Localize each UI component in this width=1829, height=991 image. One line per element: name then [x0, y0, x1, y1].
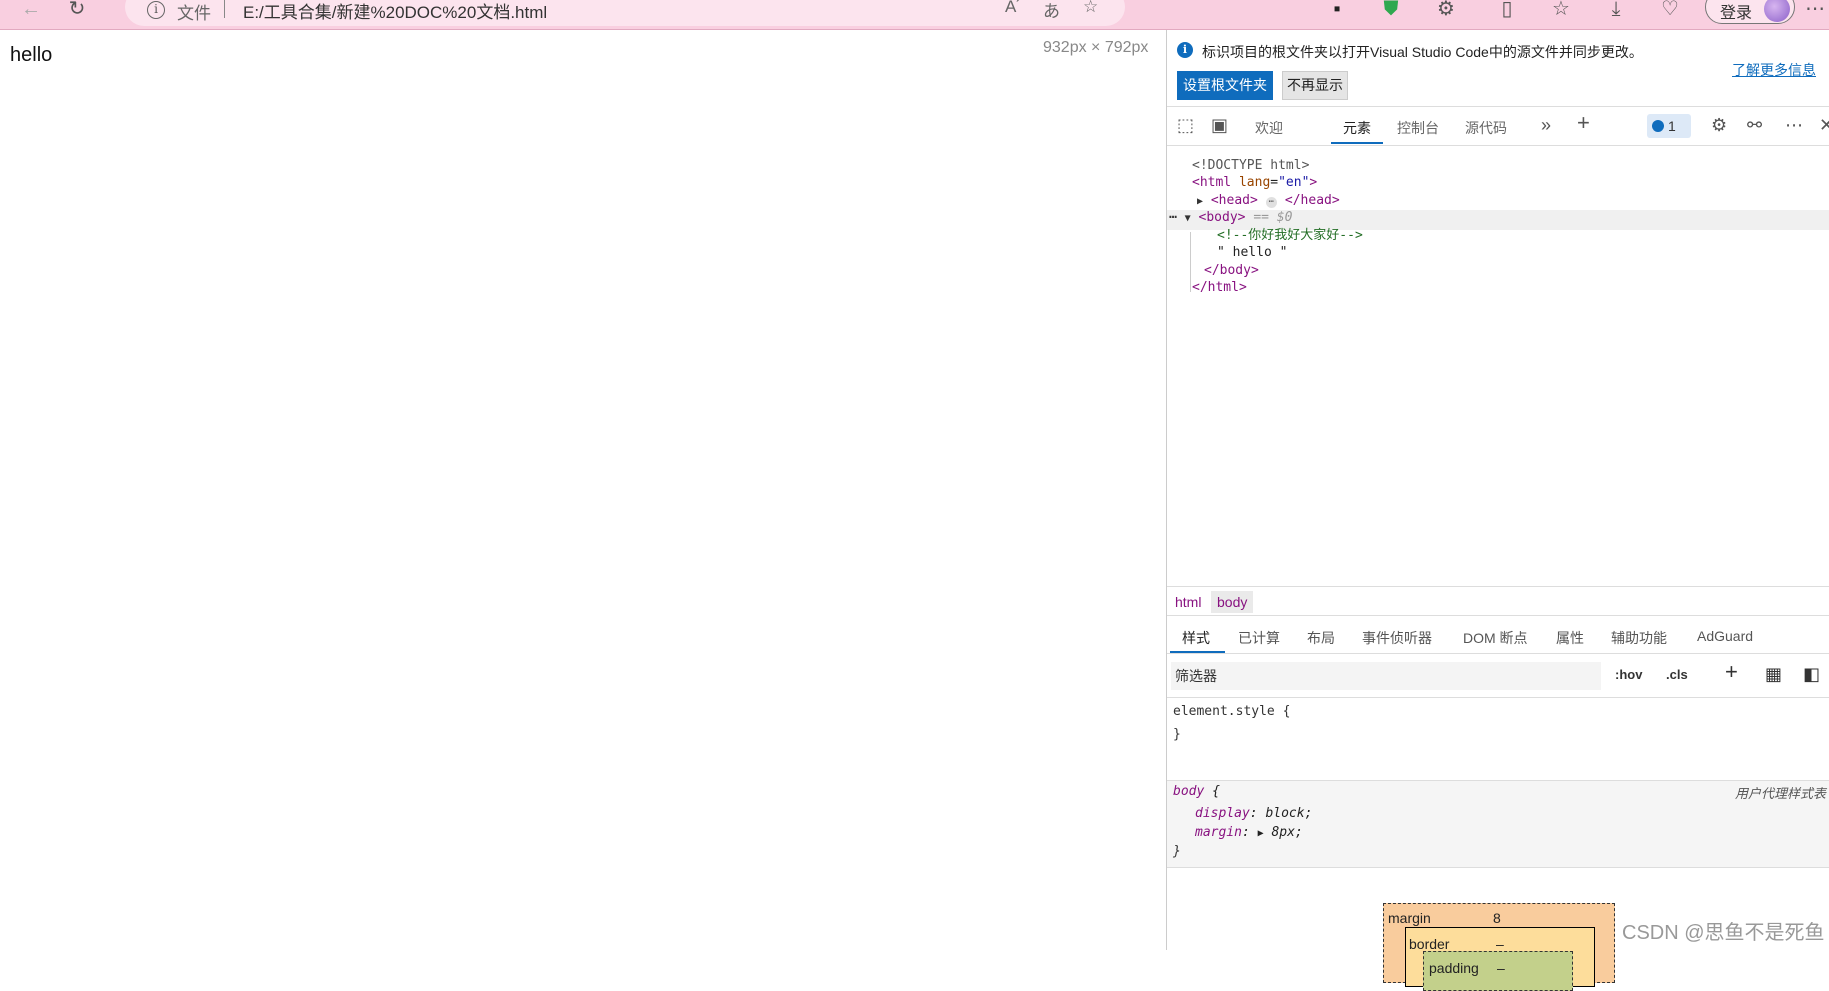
tab-properties[interactable]: 属性 — [1556, 628, 1584, 648]
learn-more-link[interactable]: 了解更多信息 — [1732, 60, 1816, 80]
watermark-text: CSDN @思鱼不是死鱼 — [1622, 922, 1825, 944]
declaration-margin[interactable]: margin: ▶ 8px; — [1195, 825, 1303, 840]
styles-pane: element.style { } body { 用户代理样式表 display… — [1167, 698, 1829, 868]
tab-computed[interactable]: 已计算 — [1238, 628, 1280, 648]
close-icon[interactable]: ✕ — [1819, 115, 1829, 135]
tab-sources[interactable]: 源代码 — [1465, 118, 1507, 138]
profile-login-button[interactable]: 登录 — [1705, 0, 1795, 24]
split-screen-icon[interactable]: ▯ — [1496, 0, 1518, 22]
settings-gear-icon[interactable]: ⚙ — [1711, 115, 1727, 135]
tab-styles[interactable]: 样式 — [1182, 628, 1210, 648]
translate-icon[interactable]: あ — [1043, 0, 1060, 22]
inspect-element-icon[interactable]: ⬚ — [1177, 115, 1194, 135]
tab-elements[interactable]: 元素 — [1343, 118, 1371, 138]
dom-html-close[interactable]: </html> — [1192, 278, 1247, 299]
address-file-label: 文件 — [177, 4, 211, 23]
styles-tab-bar: 样式 已计算 布局 事件侦听器 DOM 断点 属性 辅助功能 AdGuard — [1167, 618, 1829, 654]
devtools-panel: i 标识项目的根文件夹以打开Visual Studio Code中的源文件并同步… — [1166, 30, 1829, 991]
favorites-icon[interactable]: ☆ — [1550, 0, 1572, 22]
padding-value[interactable]: – — [1497, 960, 1505, 976]
more-tabs-icon[interactable]: » — [1541, 115, 1551, 135]
extensions-icon[interactable]: ⚙ — [1435, 0, 1457, 22]
address-separator — [224, 0, 225, 18]
shield-icon[interactable]: ⛊ — [1380, 0, 1402, 22]
hover-state-toggle[interactable]: :hov — [1615, 667, 1642, 682]
ua-rule-background — [1167, 780, 1829, 868]
breadcrumb-body[interactable]: body — [1211, 591, 1254, 613]
address-bar[interactable]: i 文件 E:/工具合集/新建%20DOC%20文档.html A՛ あ ☆ — [125, 0, 1125, 26]
extension-app-icon[interactable]: ▪ — [1326, 0, 1348, 22]
toggle-sidebar-icon[interactable]: ◧ — [1803, 665, 1820, 683]
performance-icon[interactable]: ♡ — [1659, 0, 1681, 22]
expand-triangle-icon[interactable]: ▶ — [1197, 196, 1203, 207]
tab-adguard[interactable]: AdGuard — [1697, 628, 1753, 644]
back-arrow-icon[interactable]: ← — [20, 0, 42, 22]
page-body-text: hello — [10, 44, 53, 66]
tab-event-listeners[interactable]: 事件侦听器 — [1362, 628, 1432, 648]
class-toggle[interactable]: .cls — [1666, 667, 1688, 682]
dom-tree: <!DOCTYPE html> <html lang="en"> ▶ <head… — [1167, 150, 1829, 610]
info-banner: i 标识项目的根文件夹以打开Visual Studio Code中的源文件并同步… — [1167, 30, 1829, 102]
row-more-icon[interactable]: ⋯ — [1169, 210, 1177, 225]
active-tab-indicator — [1331, 142, 1383, 144]
breadcrumb: html body — [1167, 586, 1829, 616]
element-style-open[interactable]: element.style { — [1173, 704, 1290, 719]
user-agent-stylesheet-label: 用户代理样式表 — [1734, 786, 1826, 801]
margin-value[interactable]: 8 — [1493, 910, 1501, 926]
collapsed-ellipsis-icon[interactable]: ⋯ — [1265, 197, 1278, 208]
breadcrumb-html[interactable]: html — [1169, 591, 1207, 613]
dont-show-again-button[interactable]: 不再显示 — [1282, 71, 1348, 100]
expand-shorthand-icon[interactable]: ▶ — [1258, 828, 1264, 839]
device-emulation-icon[interactable]: ▣ — [1211, 115, 1228, 135]
margin-label: margin — [1388, 910, 1431, 926]
login-label: 登录 — [1720, 5, 1753, 22]
ua-rule-close: } — [1173, 844, 1181, 859]
new-style-rule-icon[interactable]: + — [1725, 661, 1738, 683]
issues-badge[interactable]: 1 — [1647, 114, 1691, 138]
collapse-triangle-icon[interactable]: ▼ — [1185, 213, 1191, 224]
avatar — [1764, 0, 1790, 22]
banner-message: 标识项目的根文件夹以打开Visual Studio Code中的源文件并同步更改… — [1202, 44, 1643, 60]
url-text[interactable]: E:/工具合集/新建%20DOC%20文档.html — [243, 0, 547, 23]
viewport-size-readout: 932px × 792px — [1043, 39, 1149, 56]
color-format-icon[interactable]: ▦ — [1765, 665, 1782, 683]
indent-guide — [1190, 232, 1191, 292]
tab-dom-breakpoints[interactable]: DOM 断点 — [1463, 628, 1528, 648]
styles-filter-input[interactable]: 筛选器 — [1171, 662, 1601, 690]
padding-label: padding — [1429, 960, 1479, 976]
styles-filter-bar: 筛选器 :hov .cls + ▦ ◧ — [1167, 655, 1829, 698]
feedback-icon[interactable]: ⚯ — [1747, 115, 1762, 135]
tab-console[interactable]: 控制台 — [1397, 118, 1439, 138]
tab-welcome[interactable]: 欢迎 — [1255, 118, 1283, 138]
ua-rule-header[interactable]: body { — [1173, 784, 1220, 799]
tab-accessibility[interactable]: 辅助功能 — [1611, 628, 1667, 648]
more-menu-icon[interactable]: ⋯ — [1804, 0, 1826, 22]
add-tab-icon[interactable]: + — [1577, 112, 1590, 134]
refresh-icon[interactable]: ↻ — [66, 0, 88, 22]
customize-menu-icon[interactable]: ⋯ — [1785, 115, 1803, 135]
message-bubble-icon — [1652, 120, 1664, 132]
devtools-tab-bar: ⬚ ▣ 欢迎 元素 控制台 源代码 » + 1 ⚙ ⚯ ⋯ ✕ — [1167, 106, 1829, 146]
downloads-icon[interactable]: ⤓ — [1605, 0, 1627, 22]
site-info-icon[interactable]: i — [147, 1, 165, 19]
declaration-display[interactable]: display: block; — [1195, 806, 1312, 821]
active-styles-tab-indicator — [1170, 651, 1225, 653]
browser-toolbar: ← ↻ i 文件 E:/工具合集/新建%20DOC%20文档.html A՛ あ… — [0, 0, 1829, 30]
info-icon: i — [1177, 42, 1193, 58]
set-root-folder-button[interactable]: 设置根文件夹 — [1177, 71, 1273, 100]
favorite-add-icon[interactable]: ☆ — [1083, 0, 1098, 17]
tab-layout[interactable]: 布局 — [1307, 628, 1335, 648]
read-aloud-icon[interactable]: A՛ — [1005, 0, 1020, 17]
element-style-close: } — [1173, 727, 1181, 742]
